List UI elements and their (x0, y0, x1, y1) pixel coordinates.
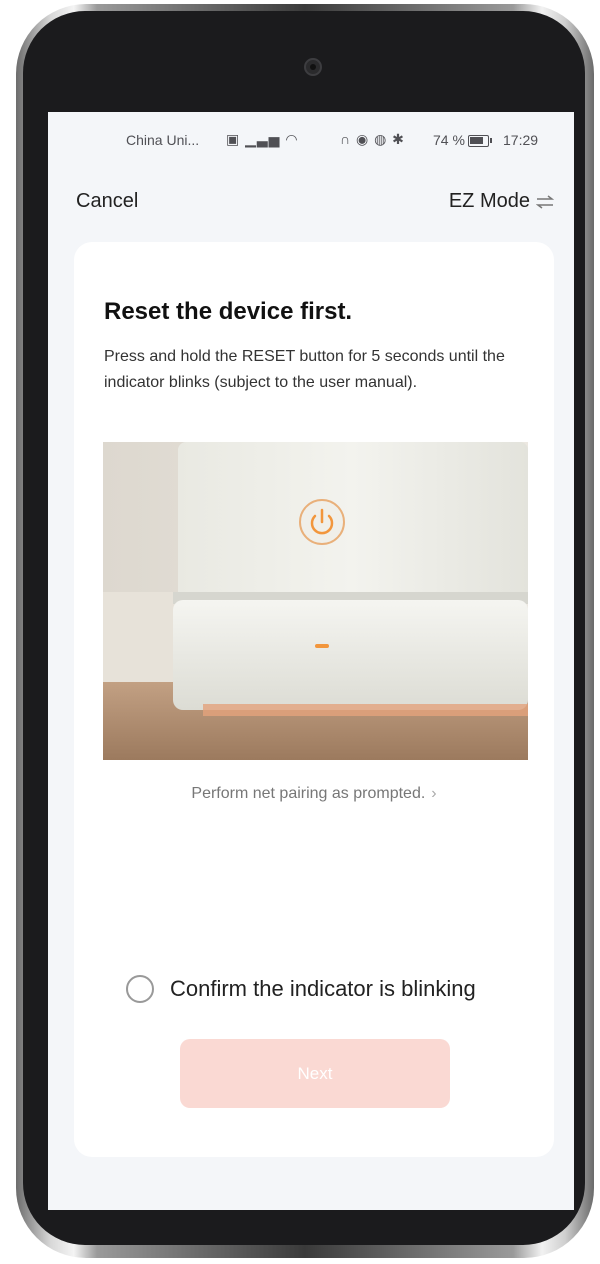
signal-wifi-icons: ▣ ▁▃▅ ◠ (226, 131, 299, 148)
clock: 17:29 (503, 132, 539, 148)
headphones-icon: ∩ (340, 131, 352, 147)
top-nav: Cancel EZ Mode (48, 190, 574, 220)
ez-mode-label: EZ Mode (448, 190, 530, 212)
cancel-button[interactable]: Cancel (76, 190, 138, 213)
next-button[interactable]: Next (180, 1039, 450, 1108)
status-icons-right: ∩ ◉ ◍ ✱ (340, 131, 405, 148)
switch-arrows-icon (536, 194, 554, 209)
device-illustration (103, 442, 528, 760)
confirm-indicator-label: Confirm the indicator is blinking (170, 976, 476, 1001)
front-camera (304, 58, 322, 76)
confirm-indicator-option[interactable]: Confirm the indicator is blinking (126, 975, 476, 1003)
reset-description: Press and hold the RESET button for 5 se… (104, 348, 505, 391)
notification-icon: ▣ (226, 131, 241, 147)
chevron-right-icon: › (431, 785, 437, 802)
device-reset-image (103, 442, 528, 760)
wifi-icon: ◠ (285, 131, 299, 147)
reset-instructions-card: Reset the device first. Press and hold t… (74, 242, 554, 1157)
bluetooth-icon: ✱ (392, 131, 405, 147)
pairing-help-link[interactable]: Perform net pairing as prompted. › (74, 785, 554, 803)
pairing-help-label: Perform net pairing as prompted. (191, 785, 426, 802)
status-bar: China Uni... ▣ ▁▃▅ ◠ ∩ ◉ ◍ ✱ 74 % 17:29 (48, 131, 574, 156)
battery-fill (470, 137, 483, 144)
battery-percent: 74 % (433, 132, 465, 148)
eye-icon: ◉ (355, 131, 370, 147)
confirm-radio-button[interactable] (126, 975, 154, 1003)
ez-mode-switch[interactable]: EZ Mode (449, 190, 554, 213)
battery-icon (468, 135, 492, 147)
cellular-signal-icon: ▁▃▅ (245, 131, 281, 147)
page-title: Reset the device first. (104, 298, 353, 325)
app-screen: China Uni... ▣ ▁▃▅ ◠ ∩ ◉ ◍ ✱ 74 % 17:29 … (48, 112, 574, 1210)
alarm-icon: ◍ (374, 131, 388, 147)
carrier-name: China Uni... (126, 132, 200, 148)
